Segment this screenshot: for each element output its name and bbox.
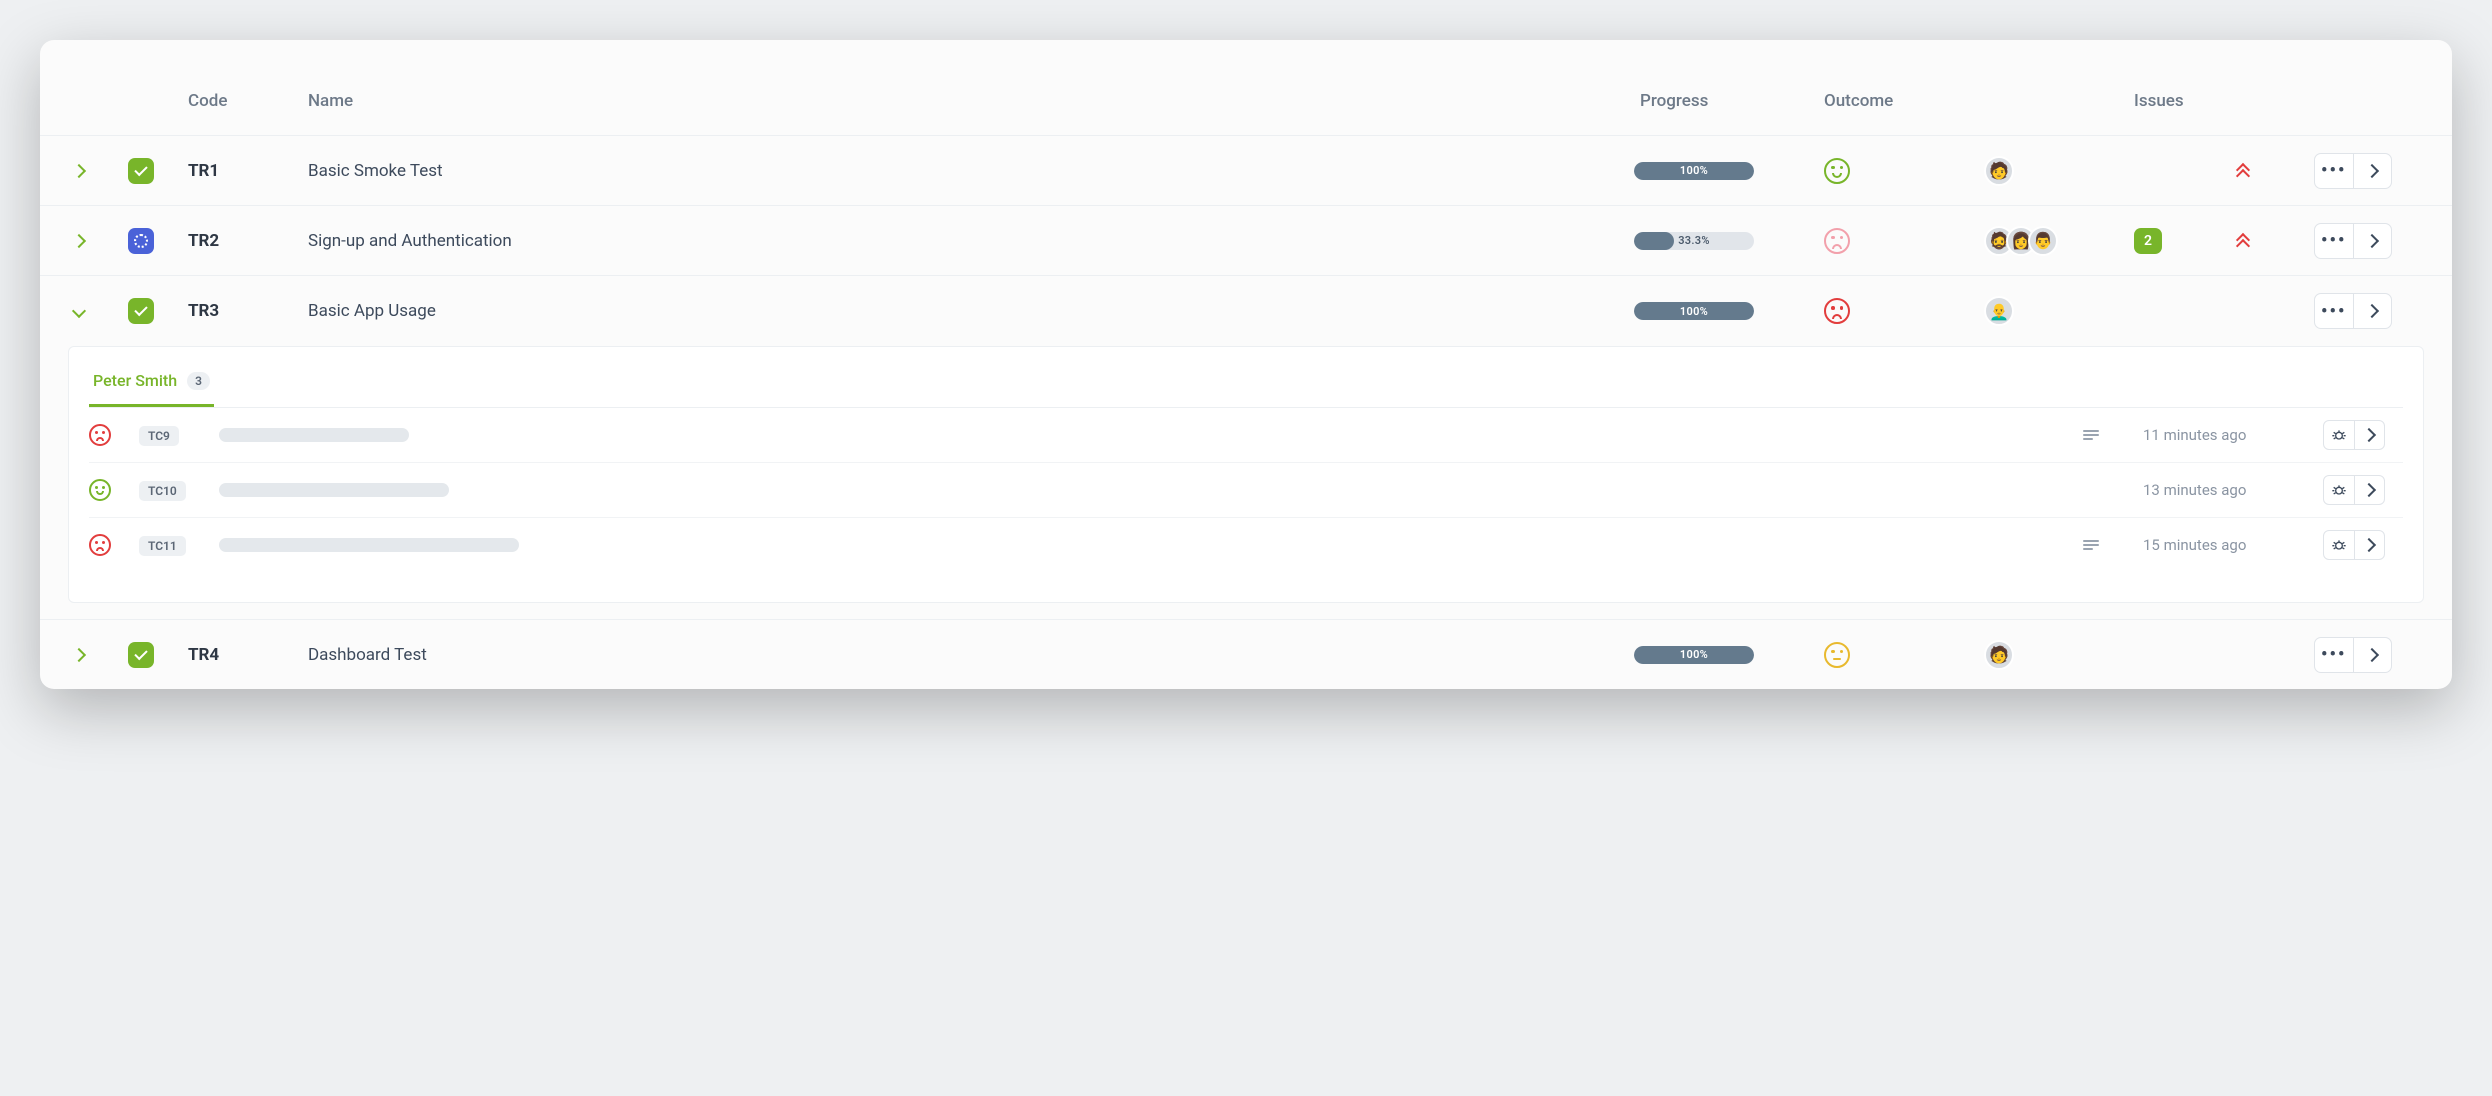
detail-tab-tester[interactable]: Peter Smith 3 <box>89 365 214 407</box>
run-detail-panel: Peter Smith 3 TC9 11 minutes ago <box>68 346 2424 603</box>
report-bug-button[interactable] <box>2324 421 2354 449</box>
row-actions: ••• <box>2314 153 2392 189</box>
test-case-row: TC10 13 minutes ago <box>89 463 2403 518</box>
row-actions: ••• <box>2314 293 2392 329</box>
col-header-outcome: Outcome <box>1824 91 1984 111</box>
outcome-sad-icon <box>89 534 111 556</box>
assignees[interactable]: 🧔 👩 👨 <box>1984 226 2134 256</box>
open-button[interactable] <box>2353 294 2392 328</box>
run-name[interactable]: Dashboard Test <box>308 645 1634 665</box>
table-row: TR4 Dashboard Test 100% 🧑 ••• <box>40 619 2452 689</box>
chevron-right-icon <box>74 166 84 176</box>
notes-icon[interactable] <box>2083 540 2099 550</box>
progress-bar: 100% <box>1634 646 1754 664</box>
priority-high-icon <box>2234 235 2252 247</box>
run-code: TR3 <box>188 301 308 321</box>
detail-tabs: Peter Smith 3 <box>89 365 2403 408</box>
outcome-sad-icon <box>1824 298 1850 324</box>
check-icon <box>135 653 147 657</box>
test-runs-card: Code Name Progress Outcome Issues TR1 Ba… <box>40 40 2452 689</box>
test-case-title-placeholder <box>219 428 409 442</box>
chevron-right-icon <box>74 650 84 660</box>
avatar[interactable]: 🧑 <box>1984 640 2014 670</box>
expand-toggle[interactable] <box>68 644 90 666</box>
status-complete-badge <box>128 642 154 668</box>
avatar[interactable]: 👨 <box>2028 226 2058 256</box>
progress-bar: 100% <box>1634 162 1754 180</box>
test-case-code[interactable]: TC9 <box>139 426 179 446</box>
chevron-down-icon <box>74 306 84 316</box>
run-name[interactable]: Basic App Usage <box>308 301 1634 321</box>
test-case-actions <box>2323 530 2385 560</box>
priority-high-icon <box>2234 165 2252 177</box>
open-test-case-button[interactable] <box>2354 421 2385 449</box>
run-code: TR2 <box>188 231 308 251</box>
tab-label: Peter Smith <box>93 371 177 390</box>
run-name[interactable]: Sign-up and Authentication <box>308 231 1634 251</box>
test-case-title-placeholder <box>219 483 449 497</box>
row-actions: ••• <box>2314 637 2392 673</box>
status-complete-badge <box>128 298 154 324</box>
assignees[interactable]: 🧑 <box>1984 156 2134 186</box>
progress-bar: 33.3% <box>1634 232 1754 250</box>
open-button[interactable] <box>2353 224 2392 258</box>
outcome-neutral-icon <box>1824 642 1850 668</box>
check-icon <box>135 309 147 313</box>
chevron-right-icon <box>74 236 84 246</box>
table-row: TR1 Basic Smoke Test 100% 🧑 ••• <box>40 136 2452 206</box>
issues-count-badge[interactable]: 2 <box>2134 228 2162 254</box>
run-name[interactable]: Basic Smoke Test <box>308 161 1634 181</box>
progress-bar: 100% <box>1634 302 1754 320</box>
expand-toggle[interactable] <box>68 300 90 322</box>
more-actions-button[interactable]: ••• <box>2315 638 2353 672</box>
open-test-case-button[interactable] <box>2354 476 2385 504</box>
more-actions-button[interactable]: ••• <box>2315 154 2353 188</box>
report-bug-button[interactable] <box>2324 476 2354 504</box>
table-row: TR3 Basic App Usage 100% 👨‍🦲 ••• <box>40 276 2452 346</box>
row-actions: ••• <box>2314 223 2392 259</box>
open-button[interactable] <box>2353 638 2392 672</box>
test-case-timestamp: 15 minutes ago <box>2143 536 2323 554</box>
table-header: Code Name Progress Outcome Issues <box>40 66 2452 136</box>
outcome-sad-icon <box>89 424 111 446</box>
col-header-code: Code <box>188 91 308 111</box>
test-case-row: TC11 15 minutes ago <box>89 518 2403 572</box>
spinner-icon <box>134 234 148 248</box>
test-case-code[interactable]: TC11 <box>139 536 186 556</box>
test-case-code[interactable]: TC10 <box>139 481 186 501</box>
test-case-actions <box>2323 475 2385 505</box>
avatar[interactable]: 🧑 <box>1984 156 2014 186</box>
outcome-happy-icon <box>89 479 111 501</box>
table-row: TR2 Sign-up and Authentication 33.3% 🧔 👩… <box>40 206 2452 276</box>
open-button[interactable] <box>2353 154 2392 188</box>
tab-count-badge: 3 <box>187 372 210 390</box>
test-case-timestamp: 13 minutes ago <box>2143 481 2323 499</box>
outcome-happy-icon <box>1824 158 1850 184</box>
assignees[interactable]: 👨‍🦲 <box>1984 296 2134 326</box>
notes-icon[interactable] <box>2083 430 2099 440</box>
col-header-name: Name <box>308 91 1634 111</box>
col-header-issues: Issues <box>2134 91 2234 111</box>
check-icon <box>135 169 147 173</box>
assignees[interactable]: 🧑 <box>1984 640 2134 670</box>
report-bug-button[interactable] <box>2324 531 2354 559</box>
run-code: TR1 <box>188 161 308 181</box>
status-complete-badge <box>128 158 154 184</box>
col-header-progress: Progress <box>1634 91 1824 111</box>
open-test-case-button[interactable] <box>2354 531 2385 559</box>
test-case-title-placeholder <box>219 538 519 552</box>
test-case-row: TC9 11 minutes ago <box>89 408 2403 463</box>
test-case-timestamp: 11 minutes ago <box>2143 426 2323 444</box>
expand-toggle[interactable] <box>68 230 90 252</box>
avatar[interactable]: 👨‍🦲 <box>1984 296 2014 326</box>
run-code: TR4 <box>188 645 308 665</box>
test-case-actions <box>2323 420 2385 450</box>
more-actions-button[interactable]: ••• <box>2315 224 2353 258</box>
outcome-sad-icon <box>1824 228 1850 254</box>
more-actions-button[interactable]: ••• <box>2315 294 2353 328</box>
status-running-badge <box>128 228 154 254</box>
expand-toggle[interactable] <box>68 160 90 182</box>
